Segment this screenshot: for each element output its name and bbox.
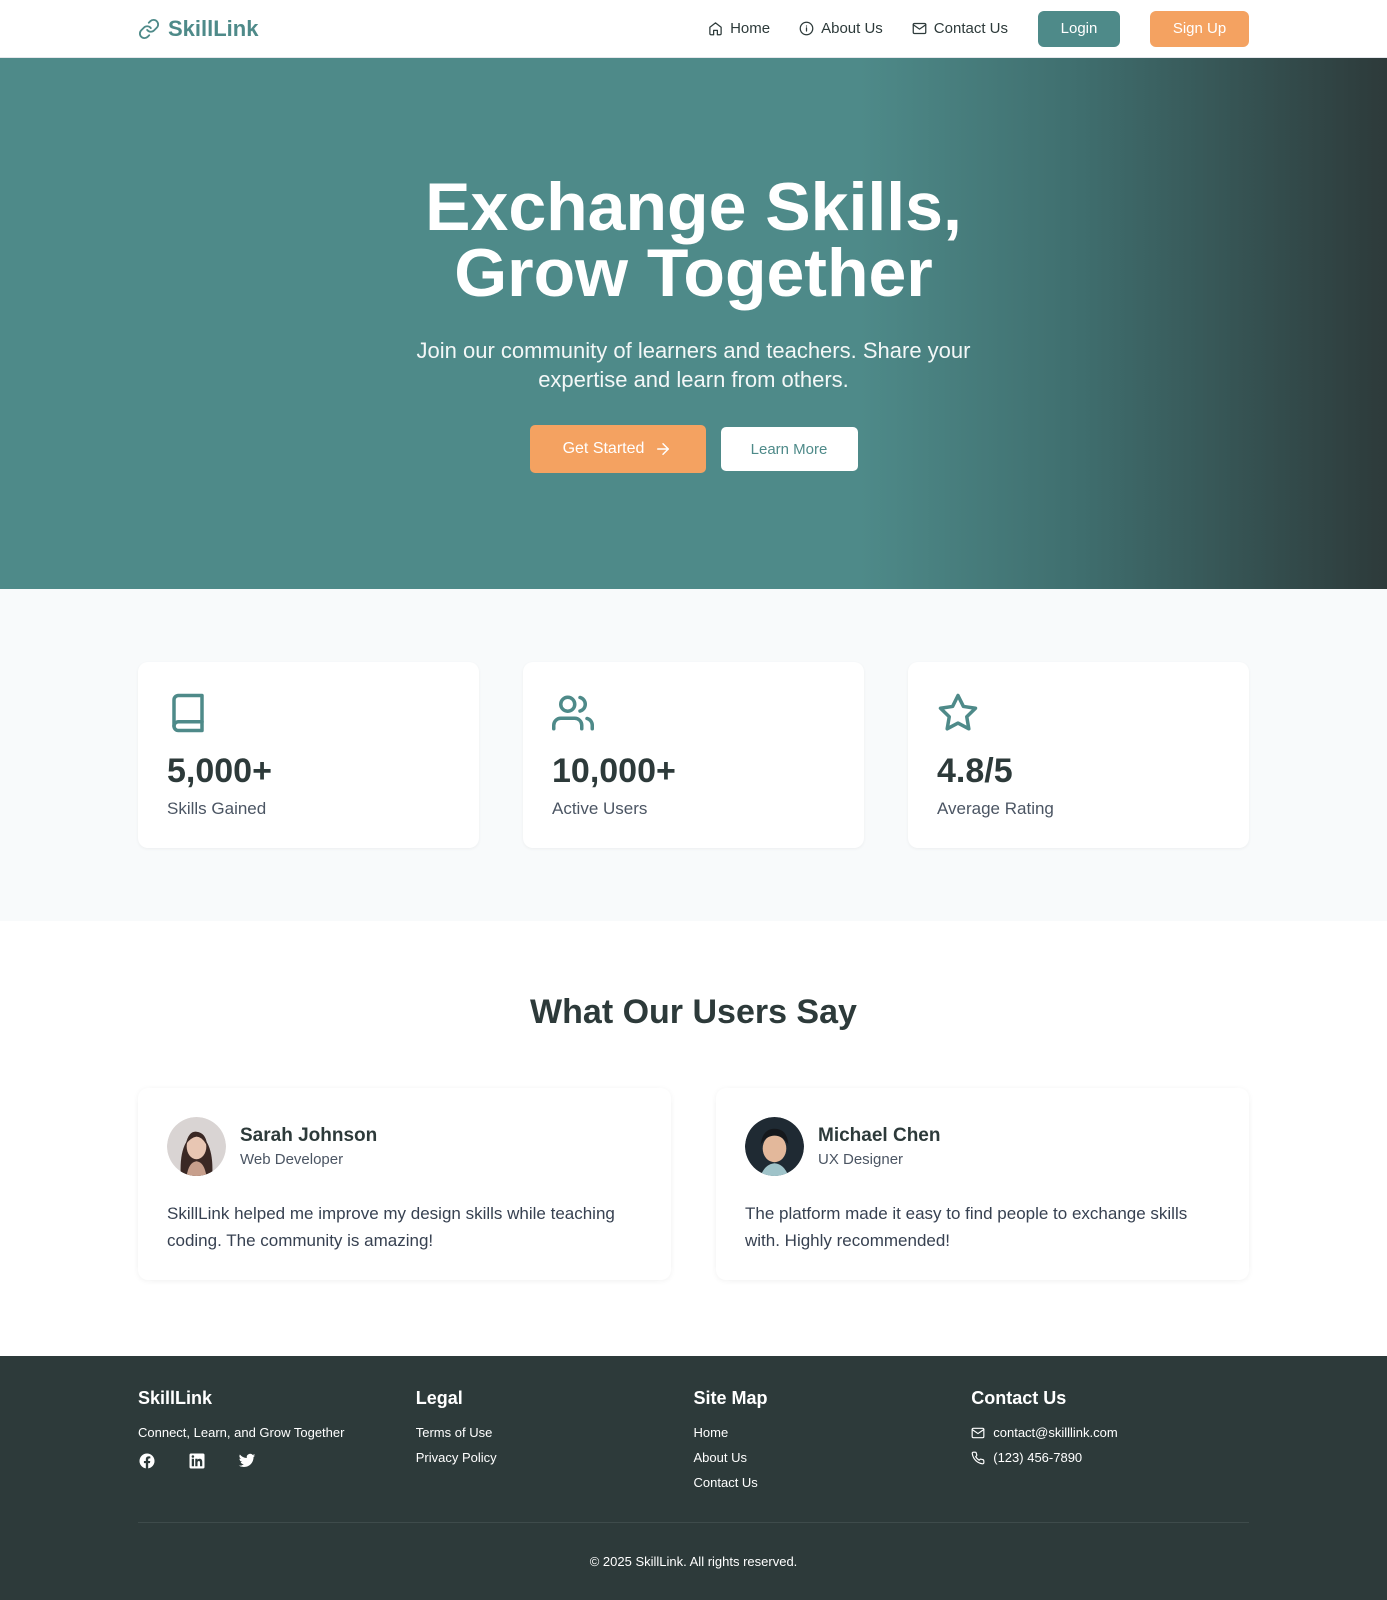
footer-email-text: contact@skilllink.com <box>993 1425 1118 1440</box>
learn-more-button[interactable]: Learn More <box>720 427 858 471</box>
stat-card-rating: 4.8/5 Average Rating <box>908 662 1249 848</box>
nav-link-label: Contact Us <box>933 20 1008 37</box>
login-button[interactable]: Login <box>1038 10 1120 47</box>
testimonials-section: What Our Users Say Sarah Johnson Web Dev… <box>0 921 1387 1356</box>
info-icon <box>799 21 814 36</box>
nav-link-contact[interactable]: Contact Us <box>912 20 1008 37</box>
mail-icon <box>912 22 927 35</box>
testimonial-name: Michael Chen <box>818 1125 941 1146</box>
signup-button[interactable]: Sign Up <box>1150 10 1249 47</box>
footer-phone-text: (123) 456-7890 <box>993 1450 1083 1465</box>
star-icon <box>938 693 978 731</box>
avatar <box>745 1117 804 1176</box>
footer-brand: SkillLink <box>138 1388 213 1408</box>
mail-icon <box>971 1427 985 1438</box>
get-started-button[interactable]: Get Started <box>529 425 706 473</box>
nav-menu: Home About Us Contact Us Login Sign Up <box>679 10 1249 47</box>
footer-link-about[interactable]: About Us <box>694 1450 972 1465</box>
footer: SkillLink Connect, Learn, and Grow Toget… <box>0 1356 1387 1600</box>
footer-contact-title: Contact Us <box>971 1388 1067 1408</box>
hero-title-line2: Grow Together <box>454 235 933 311</box>
testimonial-card: Sarah Johnson Web Developer SkillLink he… <box>138 1088 671 1280</box>
testimonial-header: Michael Chen UX Designer <box>745 1117 1220 1176</box>
nav-link-about[interactable]: About Us <box>799 20 883 37</box>
phone-icon <box>971 1451 985 1464</box>
testimonial-quote: SkillLink helped me improve my design sk… <box>167 1204 615 1250</box>
home-icon <box>709 22 722 36</box>
footer-copyright: © 2025 SkillLink. All rights reserved. <box>589 1554 798 1569</box>
testimonial-quote: The platform made it easy to find people… <box>745 1204 1188 1250</box>
stat-label: Active Users <box>552 799 648 818</box>
brand-logo[interactable]: SkillLink <box>138 16 258 42</box>
users-icon <box>552 695 594 731</box>
nav-link-label: About Us <box>821 20 883 37</box>
footer-brand-column: SkillLink Connect, Learn, and Grow Toget… <box>138 1388 416 1500</box>
social-links <box>138 1452 416 1470</box>
stats-section: 5,000+ Skills Gained 10,000+ Active User… <box>0 589 1387 921</box>
hero-actions: Get Started Learn More <box>529 425 858 473</box>
stat-value: 5,000+ <box>167 752 272 790</box>
arrow-right-icon <box>657 443 670 455</box>
stat-value: 10,000+ <box>552 752 676 790</box>
nav-link-home[interactable]: Home <box>708 20 770 37</box>
brand-name: SkillLink <box>168 15 259 41</box>
stat-value: 4.8/5 <box>937 752 1013 790</box>
footer-email[interactable]: contact@skilllink.com <box>971 1425 1249 1440</box>
footer-link-home[interactable]: Home <box>694 1425 972 1440</box>
stat-card-skills: 5,000+ Skills Gained <box>138 662 479 848</box>
footer-legal-title: Legal <box>415 1388 463 1408</box>
facebook-icon[interactable] <box>138 1452 156 1470</box>
footer-link-privacy[interactable]: Privacy Policy <box>416 1450 694 1465</box>
footer-contact-column: Contact Us contact@skilllink.com (123) 4… <box>971 1388 1249 1500</box>
avatar <box>167 1117 226 1176</box>
testimonials-heading: What Our Users Say <box>530 993 857 1031</box>
link-icon <box>138 18 160 39</box>
stat-label: Skills Gained <box>167 799 267 818</box>
stat-label: Average Rating <box>937 799 1054 818</box>
testimonial-role: Web Developer <box>240 1151 344 1168</box>
stat-card-users: 10,000+ Active Users <box>523 662 864 848</box>
footer-legal-column: Legal Terms of Use Privacy Policy <box>416 1388 694 1500</box>
testimonial-role: UX Designer <box>818 1151 904 1168</box>
hero-title: Exchange Skills, Grow Together <box>374 173 1014 307</box>
footer-tagline: Connect, Learn, and Grow Together <box>138 1425 345 1440</box>
top-navbar: SkillLink Home About Us Contact Us Login… <box>0 0 1387 58</box>
footer-sitemap-title: Site Map <box>693 1388 768 1408</box>
hero-subtitle: Join our community of learners and teach… <box>416 338 971 392</box>
testimonials-grid: Sarah Johnson Web Developer SkillLink he… <box>138 1088 1249 1280</box>
testimonial-card: Michael Chen UX Designer The platform ma… <box>716 1088 1249 1280</box>
twitter-icon[interactable] <box>238 1452 256 1470</box>
footer-columns: SkillLink Connect, Learn, and Grow Toget… <box>138 1388 1249 1500</box>
footer-sitemap-column: Site Map Home About Us Contact Us <box>694 1388 972 1500</box>
hero-section: Exchange Skills, Grow Together Join our … <box>0 58 1387 589</box>
footer-link-terms[interactable]: Terms of Use <box>416 1425 694 1440</box>
footer-link-contact[interactable]: Contact Us <box>694 1475 972 1490</box>
testimonial-header: Sarah Johnson Web Developer <box>167 1117 642 1176</box>
footer-divider <box>138 1522 1249 1523</box>
nav-link-label: Home <box>730 20 771 37</box>
testimonial-name: Sarah Johnson <box>240 1125 378 1146</box>
footer-phone[interactable]: (123) 456-7890 <box>971 1450 1249 1465</box>
get-started-label: Get Started <box>562 440 645 457</box>
linkedin-icon[interactable] <box>188 1452 206 1470</box>
hero-title-line1: Exchange Skills, <box>425 169 962 245</box>
book-icon <box>172 693 204 733</box>
